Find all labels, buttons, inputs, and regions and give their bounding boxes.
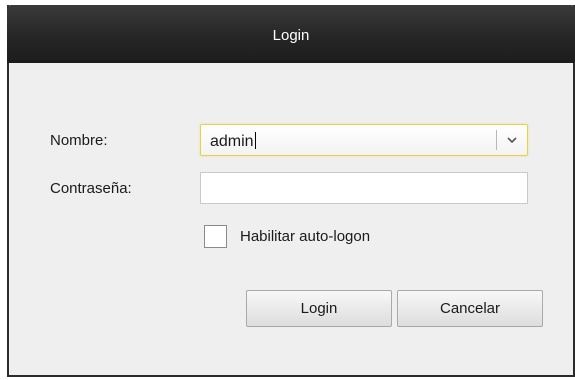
username-label: Nombre: <box>50 132 108 149</box>
username-combobox[interactable]: admin <box>200 124 528 156</box>
autologon-checkbox[interactable] <box>204 225 227 248</box>
text-caret <box>254 132 256 149</box>
autologon-label[interactable]: Habilitar auto-logon <box>240 228 370 245</box>
dialog-title: Login <box>272 27 310 44</box>
dialog-title-bar: Login <box>7 5 575 63</box>
cancel-button[interactable]: Cancelar <box>397 290 543 327</box>
combo-divider <box>496 130 497 150</box>
password-label: Contraseña: <box>50 180 132 197</box>
login-button[interactable]: Login <box>246 290 392 327</box>
password-field[interactable] <box>200 172 528 204</box>
username-value-text: admin <box>210 133 254 150</box>
chevron-down-icon[interactable] <box>505 133 519 147</box>
username-input[interactable]: admin <box>210 132 256 151</box>
